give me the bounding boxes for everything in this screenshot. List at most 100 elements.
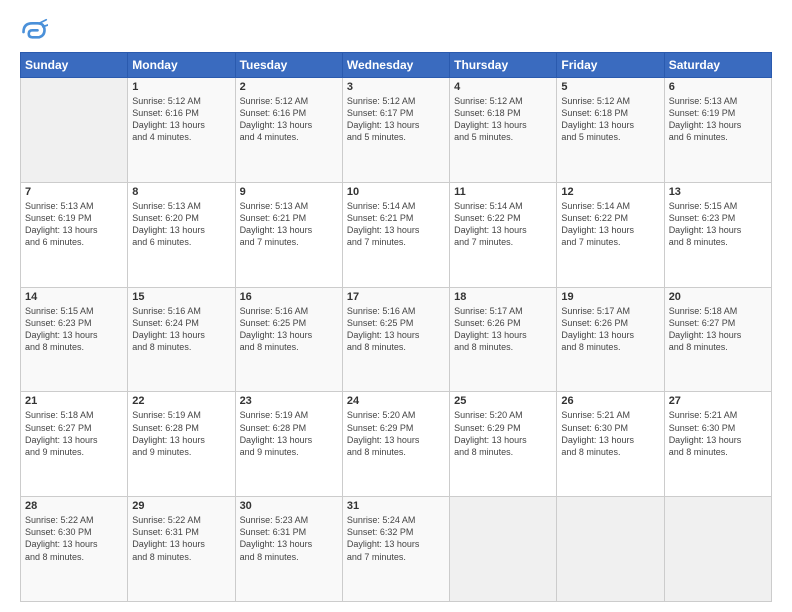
day-number: 12 (561, 186, 659, 198)
day-number: 4 (454, 81, 552, 93)
day-info: Sunrise: 5:12 AMSunset: 6:16 PMDaylight:… (240, 95, 338, 144)
day-number: 22 (132, 395, 230, 407)
calendar-cell: 8 Sunrise: 5:13 AMSunset: 6:20 PMDaylight… (128, 182, 235, 287)
day-number: 9 (240, 186, 338, 198)
day-number: 25 (454, 395, 552, 407)
day-info: Sunrise: 5:13 AMSunset: 6:20 PMDaylight:… (132, 200, 230, 249)
calendar-cell: 22 Sunrise: 5:19 AMSunset: 6:28 PMDayligh… (128, 392, 235, 497)
day-info: Sunrise: 5:12 AMSunset: 6:18 PMDaylight:… (454, 95, 552, 144)
day-number: 10 (347, 186, 445, 198)
calendar-week-1: 7 Sunrise: 5:13 AMSunset: 6:19 PMDaylight… (21, 182, 772, 287)
day-number: 13 (669, 186, 767, 198)
day-info: Sunrise: 5:13 AMSunset: 6:19 PMDaylight:… (669, 95, 767, 144)
calendar-cell: 25Sunrise: 5:20 AMSunset: 6:29 PMDayligh… (450, 392, 557, 497)
calendar-cell: 15 Sunrise: 5:16 AMSunset: 6:24 PMDayligh… (128, 287, 235, 392)
col-header-wednesday: Wednesday (342, 53, 449, 78)
calendar-cell: 13 Sunrise: 5:15 AMSunset: 6:23 PMDayligh… (664, 182, 771, 287)
day-info: Sunrise: 5:18 AMSunset: 6:27 PMDaylight:… (25, 409, 123, 458)
calendar-cell: 26 Sunrise: 5:21 AMSunset: 6:30 PMDayligh… (557, 392, 664, 497)
day-number: 2 (240, 81, 338, 93)
calendar-cell: 5 Sunrise: 5:12 AMSunset: 6:18 PMDaylight… (557, 78, 664, 183)
day-info: Sunrise: 5:13 AMSunset: 6:21 PMDaylight:… (240, 200, 338, 249)
calendar-cell: 14 Sunrise: 5:15 AMSunset: 6:23 PMDayligh… (21, 287, 128, 392)
day-info: Sunrise: 5:15 AMSunset: 6:23 PMDaylight:… (25, 305, 123, 354)
day-info: Sunrise: 5:16 AMSunset: 6:25 PMDaylight:… (347, 305, 445, 354)
calendar-cell (450, 497, 557, 602)
calendar-cell (557, 497, 664, 602)
day-number: 11 (454, 186, 552, 198)
calendar-cell: 19Sunrise: 5:17 AMSunset: 6:26 PMDayligh… (557, 287, 664, 392)
day-number: 31 (347, 500, 445, 512)
day-number: 24 (347, 395, 445, 407)
day-number: 27 (669, 395, 767, 407)
day-number: 21 (25, 395, 123, 407)
calendar-cell: 7 Sunrise: 5:13 AMSunset: 6:19 PMDaylight… (21, 182, 128, 287)
day-number: 26 (561, 395, 659, 407)
calendar-cell: 4 Sunrise: 5:12 AMSunset: 6:18 PMDaylight… (450, 78, 557, 183)
logo (20, 18, 52, 46)
logo-icon (20, 18, 48, 46)
calendar-cell (664, 497, 771, 602)
day-number: 5 (561, 81, 659, 93)
day-number: 7 (25, 186, 123, 198)
calendar-cell (21, 78, 128, 183)
calendar-cell: 30Sunrise: 5:23 AMSunset: 6:31 PMDayligh… (235, 497, 342, 602)
calendar-week-2: 14 Sunrise: 5:15 AMSunset: 6:23 PMDayligh… (21, 287, 772, 392)
day-number: 14 (25, 291, 123, 303)
calendar-cell: 18 Sunrise: 5:17 AMSunset: 6:26 PMDayligh… (450, 287, 557, 392)
calendar-cell: 31 Sunrise: 5:24 AMSunset: 6:32 PMDayligh… (342, 497, 449, 602)
day-info: Sunrise: 5:21 AMSunset: 6:30 PMDaylight:… (669, 409, 767, 458)
day-info: Sunrise: 5:12 AMSunset: 6:18 PMDaylight:… (561, 95, 659, 144)
day-number: 23 (240, 395, 338, 407)
calendar-table: SundayMondayTuesdayWednesdayThursdayFrid… (20, 52, 772, 602)
day-info: Sunrise: 5:13 AMSunset: 6:19 PMDaylight:… (25, 200, 123, 249)
calendar-cell: 2 Sunrise: 5:12 AMSunset: 6:16 PMDaylight… (235, 78, 342, 183)
day-number: 16 (240, 291, 338, 303)
calendar-cell: 21 Sunrise: 5:18 AMSunset: 6:27 PMDayligh… (21, 392, 128, 497)
calendar-cell: 6 Sunrise: 5:13 AMSunset: 6:19 PMDaylight… (664, 78, 771, 183)
day-number: 3 (347, 81, 445, 93)
calendar-cell: 23 Sunrise: 5:19 AMSunset: 6:28 PMDayligh… (235, 392, 342, 497)
col-header-monday: Monday (128, 53, 235, 78)
day-info: Sunrise: 5:16 AMSunset: 6:25 PMDaylight:… (240, 305, 338, 354)
day-info: Sunrise: 5:16 AMSunset: 6:24 PMDaylight:… (132, 305, 230, 354)
day-info: Sunrise: 5:19 AMSunset: 6:28 PMDaylight:… (240, 409, 338, 458)
day-number: 29 (132, 500, 230, 512)
day-info: Sunrise: 5:24 AMSunset: 6:32 PMDaylight:… (347, 514, 445, 563)
day-info: Sunrise: 5:22 AMSunset: 6:30 PMDaylight:… (25, 514, 123, 563)
day-info: Sunrise: 5:17 AMSunset: 6:26 PMDaylight:… (454, 305, 552, 354)
day-number: 15 (132, 291, 230, 303)
day-number: 17 (347, 291, 445, 303)
day-info: Sunrise: 5:20 AMSunset: 6:29 PMDaylight:… (347, 409, 445, 458)
page: SundayMondayTuesdayWednesdayThursdayFrid… (0, 0, 792, 612)
calendar-week-3: 21 Sunrise: 5:18 AMSunset: 6:27 PMDayligh… (21, 392, 772, 497)
calendar-cell: 20Sunrise: 5:18 AMSunset: 6:27 PMDayligh… (664, 287, 771, 392)
day-info: Sunrise: 5:14 AMSunset: 6:22 PMDaylight:… (454, 200, 552, 249)
col-header-friday: Friday (557, 53, 664, 78)
col-header-thursday: Thursday (450, 53, 557, 78)
day-number: 20 (669, 291, 767, 303)
day-info: Sunrise: 5:15 AMSunset: 6:23 PMDaylight:… (669, 200, 767, 249)
calendar-header-row: SundayMondayTuesdayWednesdayThursdayFrid… (21, 53, 772, 78)
calendar-cell: 29 Sunrise: 5:22 AMSunset: 6:31 PMDayligh… (128, 497, 235, 602)
day-info: Sunrise: 5:21 AMSunset: 6:30 PMDaylight:… (561, 409, 659, 458)
header (20, 18, 772, 46)
day-number: 1 (132, 81, 230, 93)
calendar-cell: 3Sunrise: 5:12 AMSunset: 6:17 PMDaylight… (342, 78, 449, 183)
day-number: 8 (132, 186, 230, 198)
calendar-cell: 28Sunrise: 5:22 AMSunset: 6:30 PMDayligh… (21, 497, 128, 602)
day-number: 18 (454, 291, 552, 303)
day-info: Sunrise: 5:12 AMSunset: 6:16 PMDaylight:… (132, 95, 230, 144)
calendar-cell: 9 Sunrise: 5:13 AMSunset: 6:21 PMDaylight… (235, 182, 342, 287)
day-info: Sunrise: 5:19 AMSunset: 6:28 PMDaylight:… (132, 409, 230, 458)
day-info: Sunrise: 5:22 AMSunset: 6:31 PMDaylight:… (132, 514, 230, 563)
calendar-cell: 12 Sunrise: 5:14 AMSunset: 6:22 PMDayligh… (557, 182, 664, 287)
day-info: Sunrise: 5:17 AMSunset: 6:26 PMDaylight:… (561, 305, 659, 354)
day-number: 6 (669, 81, 767, 93)
calendar-cell: 24 Sunrise: 5:20 AMSunset: 6:29 PMDayligh… (342, 392, 449, 497)
calendar-cell: 16 Sunrise: 5:16 AMSunset: 6:25 PMDayligh… (235, 287, 342, 392)
day-info: Sunrise: 5:14 AMSunset: 6:22 PMDaylight:… (561, 200, 659, 249)
calendar-cell: 27 Sunrise: 5:21 AMSunset: 6:30 PMDayligh… (664, 392, 771, 497)
calendar-cell: 17 Sunrise: 5:16 AMSunset: 6:25 PMDayligh… (342, 287, 449, 392)
col-header-saturday: Saturday (664, 53, 771, 78)
